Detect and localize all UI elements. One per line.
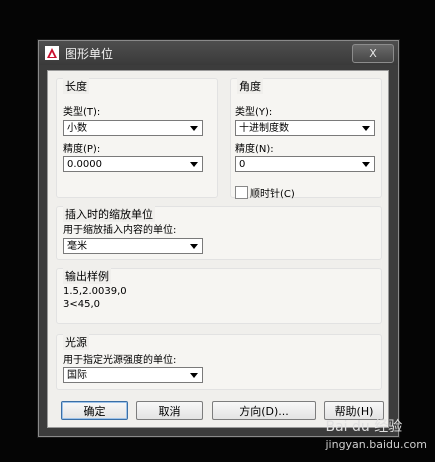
ok-button[interactable]: 确定 bbox=[61, 401, 128, 420]
chevron-down-icon bbox=[362, 126, 370, 131]
angle-precision-select[interactable]: 0 bbox=[235, 156, 375, 172]
direction-button[interactable]: 方向(D)... bbox=[212, 401, 316, 420]
chevron-down-icon bbox=[362, 162, 370, 167]
dialog-client-area: 长度 类型(T): 小数 精度(P): 0.0000 角度 类型(Y): 十进制… bbox=[47, 70, 389, 428]
length-group-title: 长度 bbox=[63, 78, 89, 94]
sample-output-group: 输出样例 1.5,2.0039,0 3<45,0 bbox=[56, 268, 382, 324]
length-precision-select[interactable]: 0.0000 bbox=[63, 156, 203, 172]
length-type-label: 类型(T): bbox=[63, 107, 101, 118]
clockwise-checkbox[interactable] bbox=[235, 186, 248, 199]
angle-precision-value: 0 bbox=[239, 159, 246, 170]
drawing-units-dialog: 图形单位 X 长度 类型(T): 小数 精度(P): 0.0000 角度 类型(… bbox=[38, 40, 399, 437]
title-bar[interactable]: 图形单位 X bbox=[39, 41, 398, 65]
chevron-down-icon bbox=[190, 244, 198, 249]
angle-precision-label: 精度(N): bbox=[235, 144, 274, 155]
screen-background: 图形单位 X 长度 类型(T): 小数 精度(P): 0.0000 角度 类型(… bbox=[0, 0, 435, 462]
insertion-units-select[interactable]: 毫米 bbox=[63, 238, 203, 254]
chevron-down-icon bbox=[190, 126, 198, 131]
lighting-units-select[interactable]: 国际 bbox=[63, 367, 203, 383]
lighting-title: 光源 bbox=[63, 334, 89, 350]
insertion-scale-title: 插入时的缩放单位 bbox=[63, 206, 155, 222]
angle-type-label: 类型(Y): bbox=[235, 107, 273, 118]
sample-output-line1: 1.5,2.0039,0 bbox=[63, 286, 127, 297]
watermark-url: jingyan.baidu.com bbox=[325, 438, 427, 451]
dialog-title: 图形单位 bbox=[65, 47, 114, 61]
close-icon: X bbox=[369, 47, 377, 60]
insertion-units-label: 用于缩放插入内容的单位: bbox=[63, 225, 177, 236]
watermark-brand: Bai du 经验 bbox=[325, 419, 403, 435]
sample-output-title: 输出样例 bbox=[63, 268, 111, 284]
chevron-down-icon bbox=[190, 373, 198, 378]
insertion-units-value: 毫米 bbox=[67, 241, 87, 252]
autocad-logo-icon bbox=[45, 46, 59, 60]
angle-group-title: 角度 bbox=[237, 78, 263, 94]
insertion-scale-group: 插入时的缩放单位 用于缩放插入内容的单位: 毫米 bbox=[56, 206, 382, 260]
angle-type-select[interactable]: 十进制度数 bbox=[235, 120, 375, 136]
cancel-button[interactable]: 取消 bbox=[136, 401, 203, 420]
angle-group: 角度 类型(Y): 十进制度数 精度(N): 0 顺时针(C) bbox=[230, 78, 382, 200]
clockwise-label[interactable]: 顺时针(C) bbox=[250, 185, 295, 200]
lighting-units-value: 国际 bbox=[67, 370, 87, 381]
lighting-group: 光源 用于指定光源强度的单位: 国际 bbox=[56, 334, 382, 390]
chevron-down-icon bbox=[190, 162, 198, 167]
sample-output-line2: 3<45,0 bbox=[63, 299, 101, 310]
length-type-select[interactable]: 小数 bbox=[63, 120, 203, 136]
length-precision-label: 精度(P): bbox=[63, 144, 101, 155]
length-type-value: 小数 bbox=[67, 123, 87, 134]
close-button[interactable]: X bbox=[352, 44, 394, 63]
angle-type-value: 十进制度数 bbox=[239, 123, 289, 134]
lighting-units-label: 用于指定光源强度的单位: bbox=[63, 355, 177, 366]
length-precision-value: 0.0000 bbox=[67, 159, 102, 170]
baidu-watermark: Bai du 经验 jingyan.baidu.com bbox=[325, 416, 427, 452]
length-group: 长度 类型(T): 小数 精度(P): 0.0000 bbox=[56, 78, 218, 198]
